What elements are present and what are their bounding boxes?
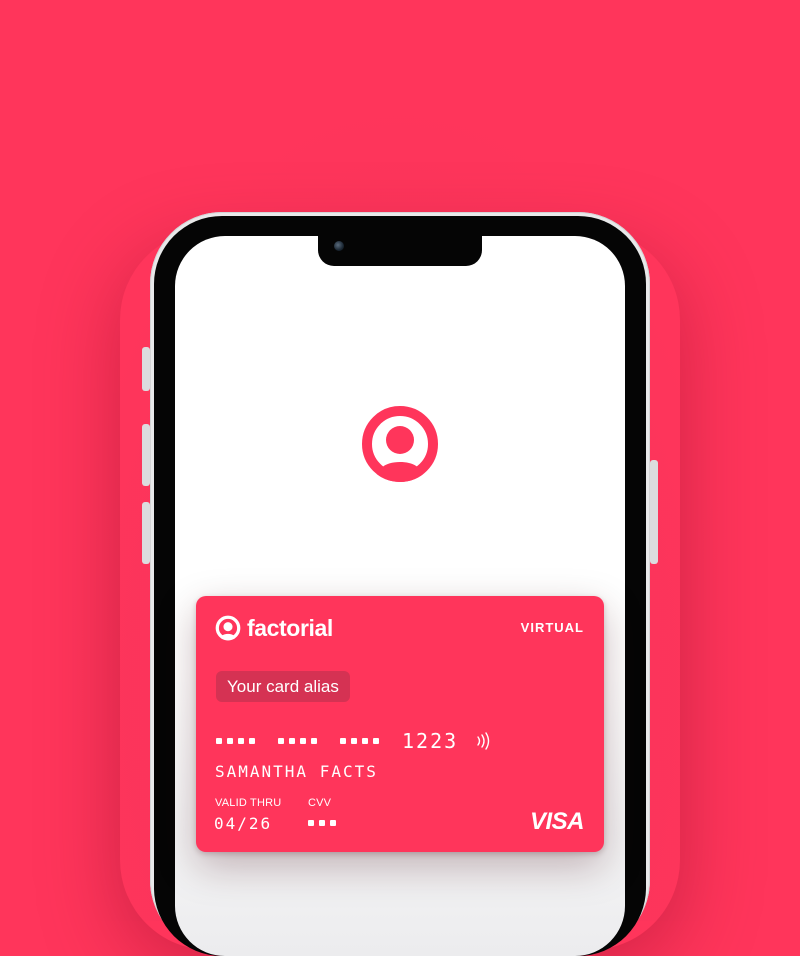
card-number-masked-group <box>340 738 384 744</box>
cvv-masked-value <box>308 820 341 826</box>
phone-volume-down-button <box>142 502 150 564</box>
valid-thru-value: 04/26 <box>214 814 273 833</box>
card-number: 1223 <box>216 729 492 753</box>
phone-power-button <box>650 460 658 564</box>
card-brand-logo: factorial <box>215 615 333 641</box>
card-number-masked-group <box>278 738 322 744</box>
phone-notch <box>318 236 482 266</box>
visa-logo: VISA <box>529 808 585 835</box>
phone-volume-up-button <box>142 424 150 486</box>
card-holder-name: SAMANTHA FACTS <box>215 762 378 781</box>
card-brand-name: factorial <box>247 615 333 641</box>
card-type-label: VIRTUAL <box>520 620 584 635</box>
virtual-card[interactable]: factorial VIRTUAL Your card alias 1223 S… <box>196 596 604 852</box>
factorial-user-icon <box>362 406 438 482</box>
valid-thru-label: VALID THRU <box>215 797 282 809</box>
card-number-masked-group <box>216 738 260 744</box>
contactless-icon <box>477 732 490 750</box>
cvv-label: CVV <box>308 797 332 809</box>
phone-silent-switch <box>142 347 150 391</box>
factorial-user-icon <box>215 615 241 641</box>
card-alias[interactable]: Your card alias <box>216 671 350 702</box>
card-number-last4: 1223 <box>402 729 459 753</box>
front-camera <box>334 241 344 251</box>
